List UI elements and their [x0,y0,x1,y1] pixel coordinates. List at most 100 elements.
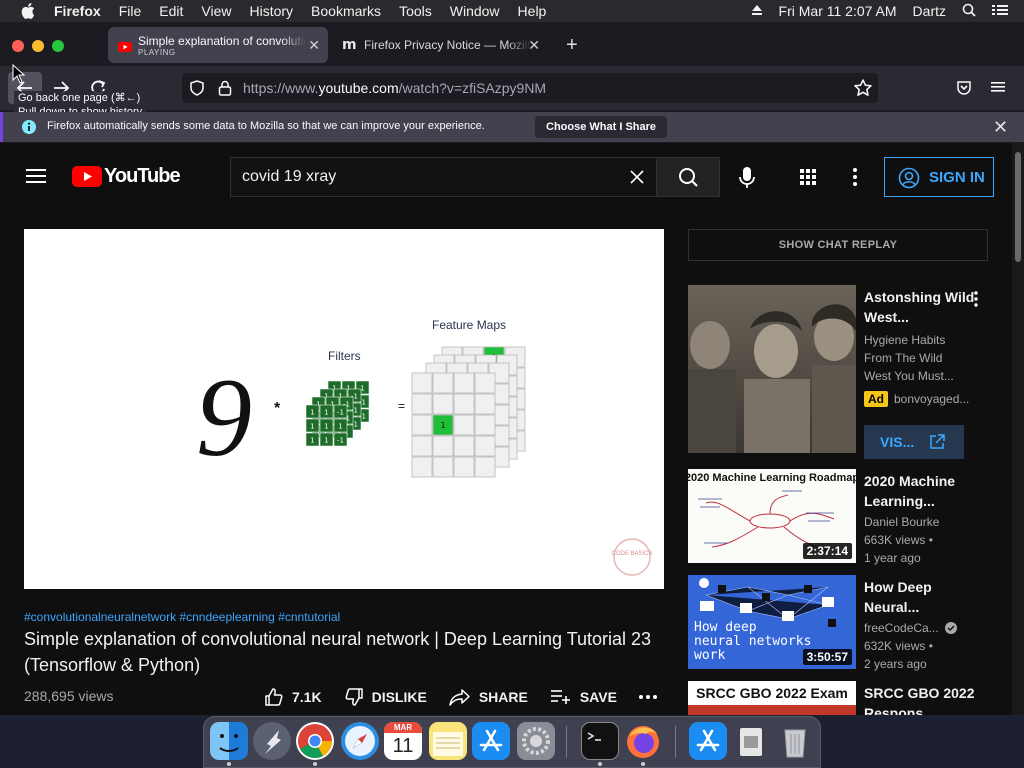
tab-close-icon[interactable]: ✕ [528,37,540,54]
menu-tools[interactable]: Tools [399,3,432,19]
filter-cell-value: 1 [324,437,328,445]
search-button[interactable] [656,157,720,197]
menu-edit[interactable]: Edit [159,3,183,19]
lock-icon[interactable] [217,79,233,102]
url-text[interactable]: https://www.youtube.com/watch?v=zfiSAzpy… [243,80,546,96]
video-duration: 2:37:14 [802,543,852,559]
pocket-icon[interactable] [955,79,973,102]
running-indicator [227,762,231,766]
notes-dock-icon[interactable] [429,722,467,760]
trash-dock-icon[interactable] [776,722,814,760]
tab-title: Simple explanation of convolutio [138,34,306,48]
menu-view[interactable]: View [201,3,231,19]
recommendation-video[interactable]: 2020 Machine Learning Roadmap 2:37:14 20… [688,469,998,569]
new-tab-button[interactable]: + [566,34,578,57]
filter-stack: 11111-111-111-111-111-111-111-111111-111… [305,380,370,447]
ad-thumbnail[interactable] [688,285,856,453]
menubar-datetime[interactable]: Fri Mar 11 2:07 AM [779,3,897,19]
window-minimize-button[interactable] [32,40,44,52]
like-button[interactable]: 7.1K [264,687,322,707]
calendar-dock-icon[interactable]: MAR 11 [384,722,422,760]
feature-map-cell [453,372,475,394]
tab-youtube-video[interactable]: Simple explanation of convolutio PLAYING… [108,27,328,63]
choose-what-i-share-button[interactable]: Choose What I Share [535,116,668,138]
apple-icon[interactable] [20,3,36,19]
thumbnail-caption: How deep [694,620,757,635]
bookmark-star-icon[interactable] [853,78,873,103]
visit-advertiser-button[interactable]: VIS... [864,425,964,459]
recommendation-title[interactable]: How Deep Neural... [864,577,988,617]
app-menu-hamburger-icon[interactable] [991,80,1007,99]
notification-close-icon[interactable]: ✕ [993,117,1008,138]
youtube-logo[interactable]: YouTube [72,165,181,188]
more-actions-button[interactable] [638,695,665,699]
recommendation-title[interactable]: SRCC GBO 2022 Respons... [864,683,988,715]
chrome-dock-icon[interactable] [296,722,334,760]
share-button[interactable]: SHARE [449,687,528,707]
handwritten-digit: 9 [196,356,252,480]
video-hashtags[interactable]: #convolutionalneuralnetwork #cnndeeplear… [24,610,340,624]
video-thumbnail[interactable]: How deep neural networks work 3:50:57 [688,575,856,669]
show-chat-replay-button[interactable]: SHOW CHAT REPLAY [688,229,988,261]
tab-close-icon[interactable]: ✕ [308,37,320,54]
video-thumbnail[interactable]: SRCC GBO 2022 Exam [688,681,856,715]
sign-in-button[interactable]: SIGN IN [884,157,994,197]
recommendation-title[interactable]: 2020 Machine Learning... [864,471,988,511]
menu-window[interactable]: Window [450,3,500,19]
video-thumbnail[interactable]: 2020 Machine Learning Roadmap 2:37:14 [688,469,856,563]
menu-app-firefox[interactable]: Firefox [54,3,101,19]
tracking-protection-shield-icon[interactable] [188,79,206,102]
terminal-dock-icon[interactable] [581,722,619,760]
recommendation-channel[interactable]: freeCodeCa... [864,619,957,637]
video-player[interactable]: 9 * Filters 11111-111-111-111-111-111-11… [24,229,664,589]
launchpad-dock-icon[interactable] [253,722,291,760]
feature-map-cell [453,456,475,478]
feature-maps-label: Feature Maps [432,318,506,332]
window-zoom-button[interactable] [52,40,64,52]
menu-help[interactable]: Help [518,3,547,19]
share-arrow-icon [449,689,470,706]
menubar-user[interactable]: Dartz [913,3,946,19]
window-close-button[interactable] [12,40,24,52]
guide-menu-icon[interactable] [26,168,46,189]
search-input-value: covid 19 xray [242,168,337,185]
more-options-vertical-icon[interactable] [853,168,857,191]
feature-map-cell [411,456,433,478]
feature-map-cell [432,435,454,457]
recommendation-channel[interactable]: Daniel Bourke [864,513,939,531]
system-preferences-dock-icon[interactable] [517,722,555,760]
app-store-dock-icon[interactable] [472,722,510,760]
recommendation-age: 2 years ago [864,657,927,671]
feature-map-cell [453,393,475,415]
control-center-icon[interactable] [992,3,1008,19]
finder-dock-icon[interactable] [210,722,248,760]
save-button[interactable]: SAVE [550,688,617,706]
dislike-button[interactable]: DISLIKE [344,687,427,707]
voice-search-microphone-icon[interactable] [738,166,756,195]
youtube-logo-icon [72,166,102,187]
youtube-logo-text: YouTube [104,165,181,187]
downloads-stack-dock-icon[interactable] [732,722,770,760]
tab-firefox-privacy[interactable]: m Firefox Privacy Notice — Mozilla ✕ [334,27,548,63]
filter-cell-value: 1 [324,423,328,431]
recommendation-more-icon[interactable] [974,291,978,312]
app-store-downloads-dock-icon[interactable] [689,722,727,760]
menu-history[interactable]: History [249,3,293,19]
thumbs-up-icon [265,688,283,706]
recommendation-title[interactable]: Astonshing Wild West... [864,287,988,327]
recommendation-video[interactable]: How deep neural networks work 3:50:57 Ho… [688,575,998,675]
menu-file[interactable]: File [119,3,142,19]
firefox-dock-icon[interactable] [624,722,662,760]
share-label: SHARE [478,689,528,705]
safari-dock-icon[interactable] [341,722,379,760]
recommendation-video[interactable]: SRCC GBO 2022 Exam SRCC GBO 2022 Respons… [688,681,998,715]
spotlight-search-icon[interactable] [962,3,976,20]
apps-grid-icon[interactable] [800,169,816,190]
clear-search-icon[interactable] [630,170,644,189]
telemetry-notification-bar: Firefox automatically sends some data to… [0,112,1024,142]
recommendation-ad[interactable]: Astonshing Wild West... Hygiene Habits F… [688,285,998,461]
url-domain: youtube.com [318,80,399,96]
scrollbar-thumb[interactable] [1015,152,1021,262]
eject-icon[interactable] [751,3,763,19]
menu-bookmarks[interactable]: Bookmarks [311,3,381,19]
